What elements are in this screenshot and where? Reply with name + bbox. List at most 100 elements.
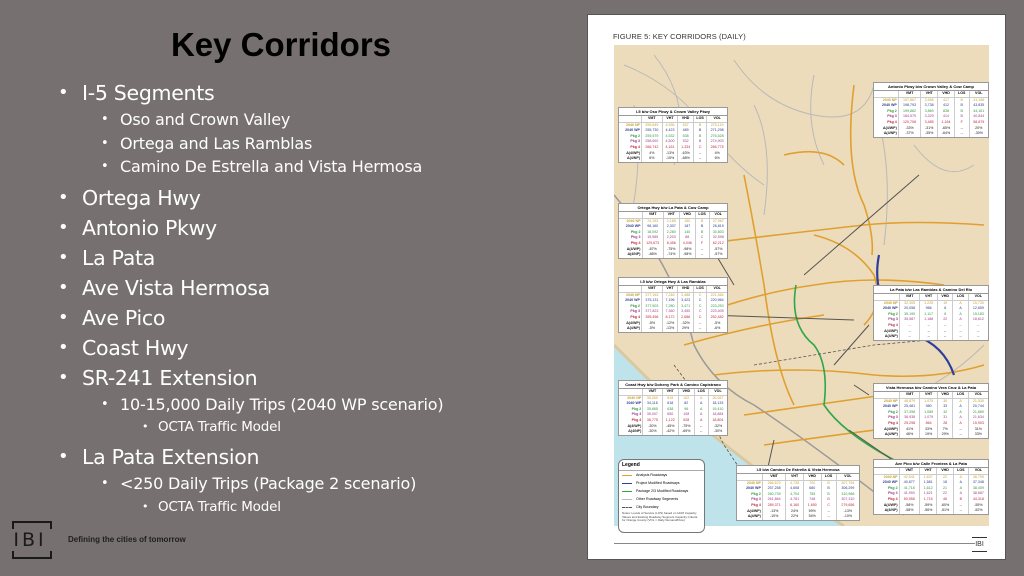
legend-label: Analysis Roadways (636, 473, 668, 477)
list-item: OCTA Traffic Model (82, 496, 443, 518)
other-road (913, 144, 975, 173)
legend-swatch (622, 482, 632, 484)
table-cell: -- (692, 326, 707, 332)
slide-title: Key Corridors (170, 26, 392, 63)
table-cell: -42% (661, 429, 679, 435)
legend-label: Other Roadway Segments (636, 497, 679, 501)
footer-rule (614, 543, 975, 544)
table-cell: -- (952, 334, 969, 340)
table-cell: -- (820, 514, 837, 520)
callout-arrow (853, 384, 870, 396)
table-title: I-5 b/w Oso Pkwy & Crown Valley Pkwy (619, 108, 727, 116)
list-item: Oso and Crown Valley (82, 108, 443, 132)
table-cell: 46% (898, 432, 920, 438)
table-cell: 29% (936, 432, 953, 438)
table-row: Δ(4/NP) -10% 22% 54% -- -10% (737, 514, 859, 520)
legend-label: Package 2/3 Modified Roadways (636, 489, 689, 493)
row-label: Δ(4/NP) (626, 156, 640, 161)
table-cell: -35% (920, 131, 938, 137)
legend-swatch (622, 506, 632, 508)
row-label: Δ(4/NP) (883, 131, 897, 136)
table-cell: 29% (677, 326, 694, 332)
table-cell: -- (692, 156, 707, 162)
table-cell: -30% (707, 429, 727, 435)
table-cell: -- (952, 432, 969, 438)
table-row: Δ(4/NP) -86% -74% -98% -- -57% (619, 252, 727, 258)
table-row: Δ(4/NP) -- -- -- -- -- (874, 334, 988, 340)
corridor-table: Vista Hermosa b/w Camino Vera Cruz & La … (873, 383, 989, 439)
analysis-road (713, 364, 985, 378)
legend-item: Package 2/3 Modified Roadways (619, 487, 704, 495)
corridor-table: I-5 b/w Ortega Hwy & Las Ramblas VMT VHT VH… (618, 277, 728, 333)
table-title: I-5 b/w Ortega Hwy & Las Ramblas (619, 278, 727, 286)
table-cell: -- (898, 334, 920, 340)
table-row: Δ(4/NP) 6% -15% -68% -- 6% (619, 156, 727, 162)
table-cell: -98% (678, 252, 696, 258)
table-cell: -- (694, 252, 709, 258)
corridor-list: I-5 Segments Oso and Crown Valley Ortega… (56, 78, 444, 522)
table-cell: 6% (706, 156, 727, 162)
table-cell: -56% (918, 508, 937, 514)
table-cell: -86% (641, 252, 664, 258)
corridor-table: Coast Hwy b/w Doheny Park & Camino Capis… (618, 380, 728, 436)
table-cell: 22% (785, 514, 804, 520)
list-item: Ave Vista Hermosa (56, 273, 443, 303)
table-cell: -10% (761, 514, 786, 520)
tagline: Defining the cities of tomorrow (68, 535, 186, 544)
list-item: Antonio Pkwy (56, 213, 443, 243)
list-item: Ortega and Las Ramblas (82, 132, 443, 156)
table-cell: -5% (640, 326, 663, 332)
table-cell: -52% (967, 508, 988, 514)
analysis-road (783, 150, 845, 166)
table-cell: -13% (661, 326, 678, 332)
figure-document: FIGURE 5: KEY CORRIDORS (DAILY) I-5 b/w … (587, 14, 1006, 560)
legend-item: Other Roadway Segments (619, 495, 704, 503)
table-cell: -- (693, 429, 709, 435)
table-row: Δ(4/NP) -37% -35% -64% -- -30% (874, 131, 988, 137)
table-row: Pkg 4 395,456 8,172 2,688 C 252,482 (619, 314, 727, 321)
table-cell: 19% (919, 432, 938, 438)
table-cell: 6% (640, 156, 663, 162)
table-cell: -6% (706, 326, 727, 332)
corridor-table: Ave Pico b/w Calle Frontera & La Pata VMT… (873, 459, 989, 515)
analysis-road (743, 394, 885, 416)
table-cell: -30% (642, 429, 662, 435)
analysis-road (693, 221, 985, 246)
legend-label: City Boundary (636, 505, 659, 509)
table-row: Pkg 4 289,371 6,160 1,650 C 279,656 (737, 502, 859, 509)
figure-title: FIGURE 5: KEY CORRIDORS (DAILY) (613, 32, 746, 41)
row-label: Δ(4/NP) (884, 432, 898, 437)
list-item: Coast Hwy (56, 333, 443, 363)
row-label: Δ(4/NP) (884, 334, 898, 339)
legend-label: Project Modified Roadways (636, 481, 680, 485)
table-cell: -68% (677, 156, 694, 162)
table-row: 2040 WP 255,730 4,423 489 B 271,298 (619, 128, 727, 134)
table-cell: -64% (937, 131, 955, 137)
legend-item: Analysis Roadways (619, 471, 704, 479)
table-title: Ortega Hwy b/w La Pata & Cow Camp (619, 204, 727, 212)
table-cell: -37% (897, 131, 921, 137)
table-title: La Pata b/w Las Ramblas & Camino Del Rio (874, 286, 988, 294)
row-label: Δ(4/NP) (747, 514, 761, 519)
table-cell: -- (936, 334, 953, 340)
table-cell: -10% (835, 514, 859, 520)
logo-bracket-top (12, 521, 52, 529)
corridor-table: I-5 b/w Oso Pkwy & Crown Valley Pkwy VMT V… (618, 107, 728, 163)
table-cell: -51% (936, 508, 954, 514)
table-cell: -69% (677, 429, 695, 435)
row-label: Δ(4/NP) (627, 252, 641, 257)
list-item: La Pata Extension <250 Daily Trips (Pack… (56, 442, 443, 518)
list-item: Ave Pico (56, 303, 443, 333)
table-title: Antonio Pkwy b/w Crown Valley & Cow Camp (874, 83, 988, 91)
table-cell: -74% (662, 252, 680, 258)
other-road (753, 104, 768, 216)
list-item: 10-15,000 Daily Trips (2040 WP scenario)… (82, 393, 444, 439)
list-item: OCTA Traffic Model (82, 416, 443, 438)
table-cell: -57% (708, 252, 727, 258)
table-cell: 33% (967, 432, 988, 438)
logo-bracket-bottom (12, 551, 52, 559)
legend-swatch (622, 474, 632, 476)
table-row: Δ(4/NP) 46% 19% 29% -- 33% (874, 432, 988, 438)
logo-text: IBI (13, 529, 47, 551)
map-legend: Legend Analysis Roadways Project Modified… (618, 459, 705, 533)
